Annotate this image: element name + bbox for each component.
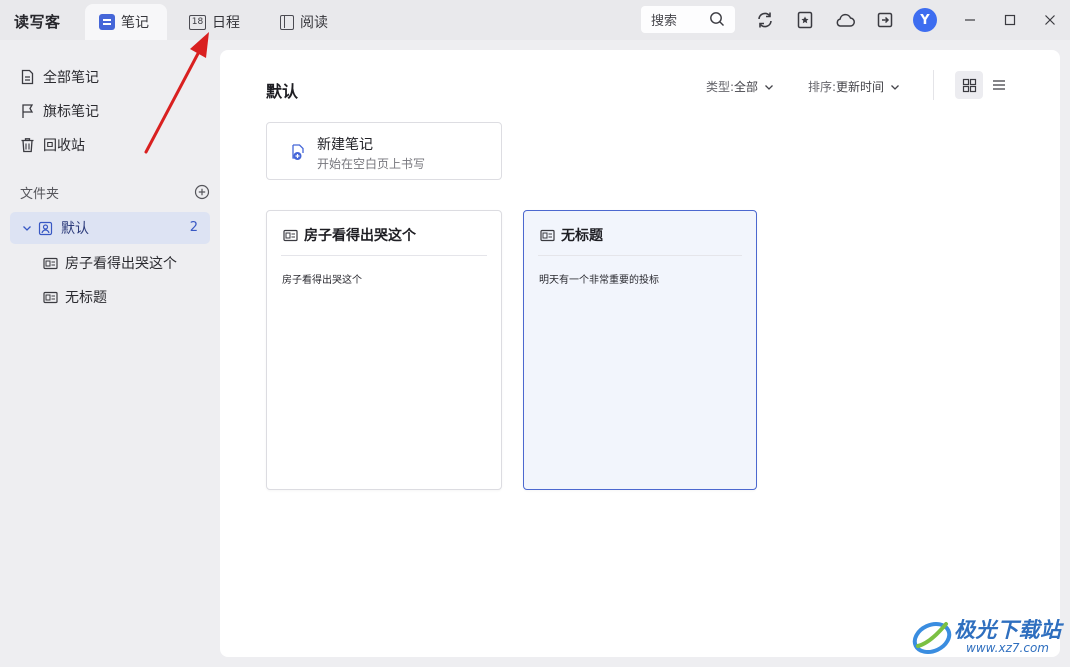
new-note-subtitle: 开始在空白页上书写 — [317, 157, 426, 171]
close-icon — [1045, 15, 1055, 25]
tree-note-item[interactable]: 无标题 — [43, 286, 107, 308]
watermark-url: www.xz7.com — [966, 641, 1049, 655]
note-card-title: 无标题 — [561, 228, 603, 244]
chevron-down-icon — [765, 84, 774, 90]
note-card-preview: 房子看得出哭这个 — [282, 275, 362, 286]
folders-label: 文件夹 — [20, 186, 60, 202]
sync-icon — [758, 12, 772, 28]
divider — [538, 255, 742, 256]
note-card-selected[interactable]: 无标题 明天有一个非常重要的投标 — [523, 210, 757, 490]
type-filter-dropdown[interactable]: 类型: 全部 — [706, 78, 774, 95]
folder-default[interactable]: 默认 2 — [10, 212, 210, 244]
close-button[interactable] — [1040, 10, 1060, 30]
app-name: 读写客 — [14, 13, 61, 31]
type-filter-value: 全部 — [734, 80, 759, 94]
new-note-card[interactable]: 新建笔记 开始在空白页上书写 — [266, 122, 502, 180]
note-card-title: 房子看得出哭这个 — [304, 228, 416, 244]
grid-view-button[interactable] — [955, 71, 983, 99]
type-filter-label: 类型: — [706, 80, 735, 94]
tree-note-label: 无标题 — [65, 290, 107, 306]
folder-user-icon — [38, 221, 53, 235]
note-card[interactable]: 房子看得出哭这个 房子看得出哭这个 — [266, 210, 502, 490]
tab-read-label: 阅读 — [300, 15, 328, 31]
tree-note-item[interactable]: 房子看得出哭这个 — [43, 252, 177, 274]
new-note-icon — [292, 144, 304, 160]
list-view-icon — [993, 80, 1005, 90]
maximize-icon — [1004, 14, 1016, 26]
sidebar-item-all-notes[interactable]: 全部笔记 — [20, 66, 99, 88]
avatar[interactable]: Y — [913, 8, 937, 32]
tab-schedule-label: 日程 — [212, 15, 240, 31]
cloud-button[interactable] — [834, 9, 856, 31]
maximize-button[interactable] — [1000, 10, 1020, 30]
sort-value: 更新时间 — [836, 80, 885, 94]
note-card-preview: 明天有一个非常重要的投标 — [539, 275, 659, 286]
grid-view-icon — [962, 78, 976, 92]
search-icon — [709, 11, 725, 31]
add-folder-button[interactable] — [194, 184, 210, 204]
flag-icon — [22, 104, 34, 118]
note-card-icon — [540, 229, 555, 241]
note-card-icon — [43, 257, 58, 269]
sort-label: 排序: — [808, 80, 837, 94]
sidebar-item-trash[interactable]: 回收站 — [20, 134, 85, 156]
note-card-icon — [283, 229, 298, 241]
book-icon — [280, 14, 294, 30]
cloud-icon — [836, 13, 855, 27]
watermark-text: 极光下载站 — [954, 618, 1062, 642]
sort-dropdown[interactable]: 排序: 更新时间 — [808, 78, 900, 95]
trash-icon — [21, 138, 34, 153]
sidebar-item-flagged[interactable]: 旗标笔记 — [20, 100, 99, 122]
note-card-icon — [43, 291, 58, 303]
export-button[interactable] — [874, 9, 896, 31]
watermark: 极光下载站 www.xz7.com — [910, 612, 1062, 660]
export-icon — [877, 12, 893, 28]
tab-schedule[interactable]: 18 日程 — [177, 4, 269, 40]
sync-button[interactable] — [754, 9, 776, 31]
divider — [281, 255, 487, 256]
search-input[interactable]: 搜索 — [641, 6, 735, 33]
sidebar: 全部笔记 旗标笔记 回收站 文件夹 默认 2 房子看得出哭这个 无标题 — [0, 40, 220, 667]
note-card-header: 无标题 — [540, 225, 603, 245]
tree-note-label: 房子看得出哭这个 — [65, 256, 177, 272]
chevron-down-icon[interactable] — [22, 223, 32, 233]
main-panel: 默认 类型: 全部 排序: 更新时间 新建笔记 开始在空白页上书写 房子看得出哭… — [220, 50, 1060, 657]
tab-notes[interactable]: 笔记 — [85, 4, 167, 40]
new-note-title: 新建笔记 — [317, 137, 373, 153]
folders-header: 文件夹 — [20, 181, 210, 203]
title-bar: 读写客 笔记 18 日程 阅读 搜索 Y — [0, 0, 1070, 40]
sidebar-item-label: 全部笔记 — [43, 70, 99, 86]
minimize-button[interactable] — [960, 10, 980, 30]
list-view-button[interactable] — [985, 71, 1013, 99]
folder-label: 默认 — [61, 221, 89, 237]
add-circle-icon — [194, 184, 210, 200]
star-note-icon — [797, 11, 813, 29]
page-title: 默认 — [266, 82, 299, 101]
tab-read[interactable]: 阅读 — [270, 4, 350, 40]
folder-count: 2 — [189, 220, 198, 235]
sidebar-item-label: 旗标笔记 — [43, 104, 99, 120]
document-icon — [21, 69, 34, 85]
watermark-logo-icon — [912, 621, 952, 655]
tab-notes-label: 笔记 — [121, 15, 149, 31]
starred-note-button[interactable] — [794, 9, 816, 31]
minimize-icon — [965, 19, 975, 21]
calendar-icon: 18 — [189, 14, 206, 30]
note-icon — [99, 14, 115, 30]
chevron-down-icon — [891, 84, 900, 90]
divider — [933, 70, 934, 100]
search-label: 搜索 — [651, 14, 678, 29]
note-card-header: 房子看得出哭这个 — [283, 225, 416, 245]
sidebar-item-label: 回收站 — [43, 138, 85, 154]
